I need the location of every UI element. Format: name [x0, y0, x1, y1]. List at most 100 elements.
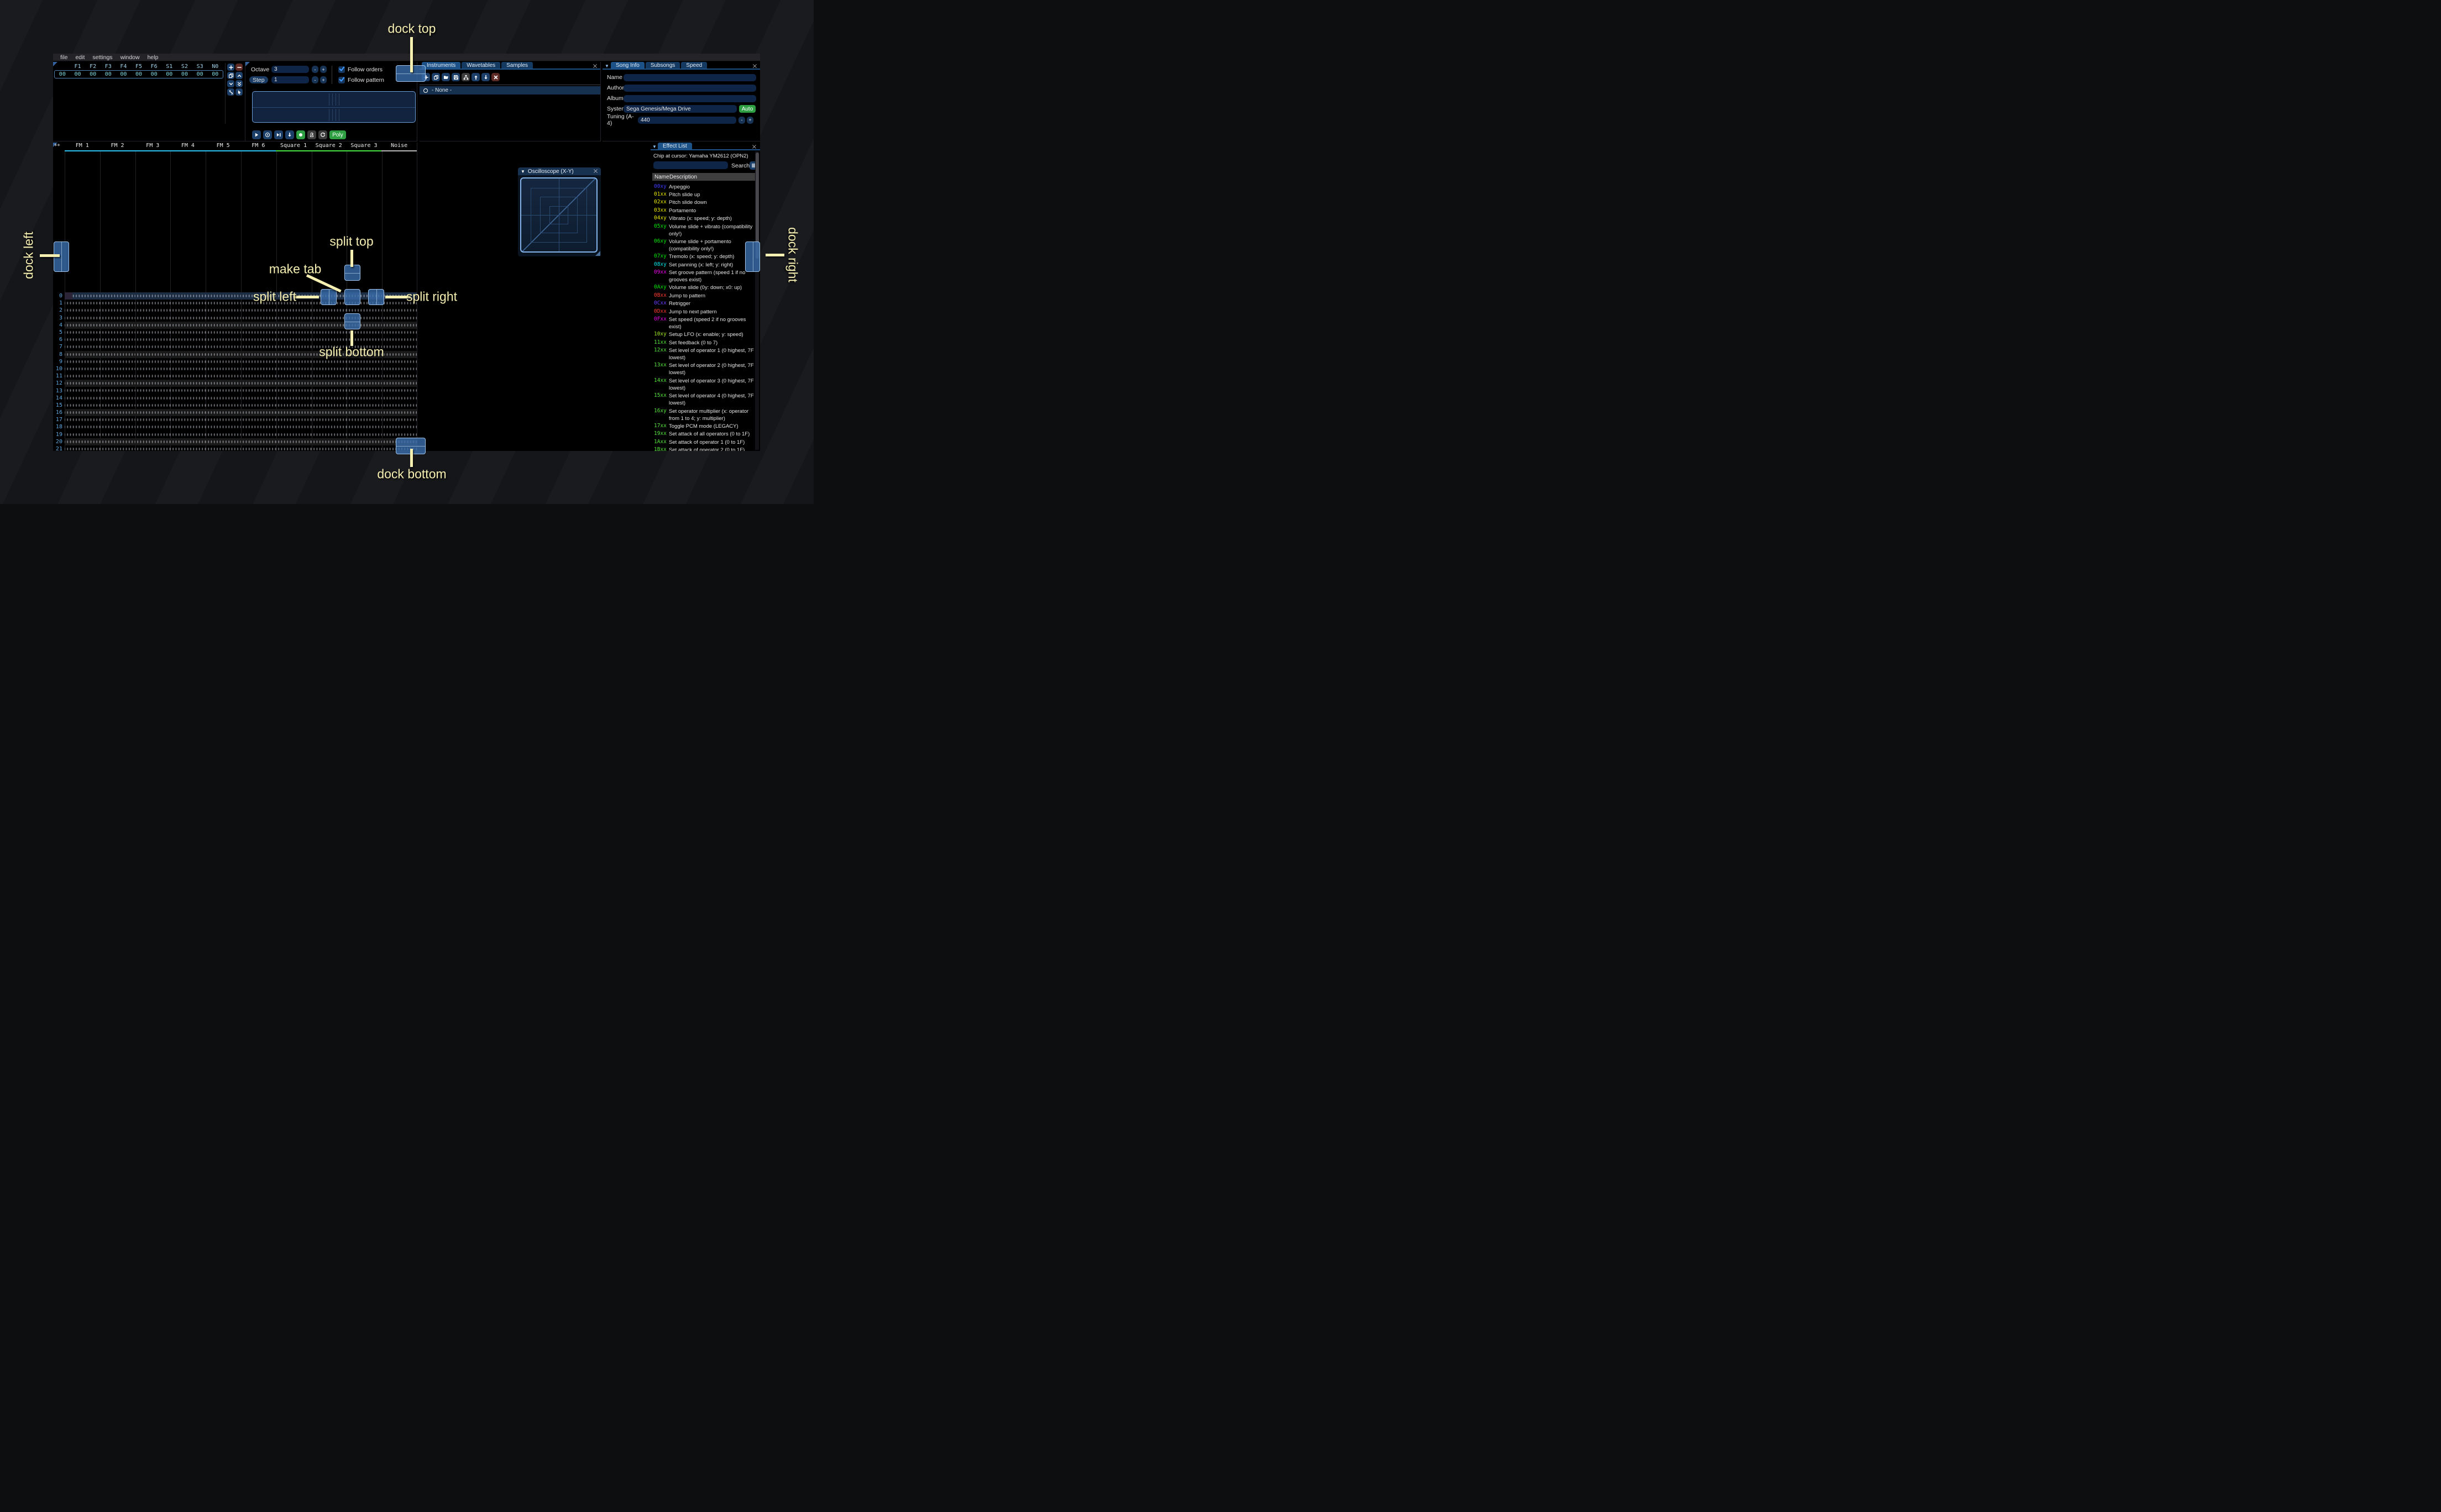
channel-header-fm-6[interactable]: FM 6	[240, 143, 276, 151]
order-value[interactable]: 00	[116, 71, 132, 77]
pattern-cell[interactable]	[64, 372, 100, 380]
pattern-cell[interactable]	[99, 358, 135, 365]
pattern-cell[interactable]	[99, 445, 135, 451]
pattern-cell[interactable]	[240, 416, 276, 424]
order-value[interactable]: 00	[161, 71, 177, 77]
pattern-cell[interactable]	[135, 409, 171, 417]
pattern-cell[interactable]	[170, 300, 206, 307]
metronome-button[interactable]	[307, 130, 316, 139]
add-channel-button[interactable]: ++	[53, 143, 65, 151]
pattern-cell[interactable]	[276, 350, 311, 358]
tab-subsongs[interactable]: Subsongs	[645, 62, 680, 69]
pattern-cell[interactable]	[240, 343, 276, 351]
piano-keyboard-widget[interactable]	[252, 91, 416, 123]
pattern-cell[interactable]	[135, 380, 171, 387]
pattern-cell[interactable]	[276, 380, 311, 387]
effect-row-0Bxx[interactable]: 0Bxx Jump to pattern	[652, 292, 756, 300]
pattern-cell[interactable]	[311, 314, 347, 322]
pattern-cell[interactable]	[99, 292, 135, 300]
pattern-cell[interactable]	[311, 431, 347, 438]
repeat-button[interactable]	[318, 130, 327, 139]
pattern-cell[interactable]	[205, 438, 241, 445]
pattern-cell[interactable]	[170, 431, 206, 438]
instrument-move-up-button[interactable]	[472, 73, 480, 81]
pattern-cell[interactable]	[64, 300, 100, 307]
pattern-cell[interactable]	[381, 314, 417, 322]
pattern-cell[interactable]	[64, 409, 100, 417]
effect-row-07xy[interactable]: 07xy Tremolo (x: speed; y: depth)	[652, 253, 756, 261]
effect-row-08xy[interactable]: 08xy Set panning (x: left; y: right)	[652, 261, 756, 269]
pattern-cell[interactable]	[311, 438, 347, 445]
close-icon[interactable]	[752, 63, 758, 69]
pattern-cell[interactable]	[205, 401, 241, 409]
pattern-cell[interactable]	[135, 350, 171, 358]
octave-input[interactable]: 3	[271, 66, 309, 73]
effect-row-01xx[interactable]: 01xx Pitch slide up	[652, 191, 756, 198]
pattern-cell[interactable]	[205, 358, 241, 365]
pattern-cell[interactable]	[170, 438, 206, 445]
tab-samples[interactable]: Samples	[501, 62, 533, 69]
effect-row-0Fxx[interactable]: 0Fxx Set speed (speed 2 if no grooves ex…	[652, 316, 756, 330]
pattern-cell[interactable]	[240, 445, 276, 451]
pattern-cell[interactable]	[135, 328, 171, 337]
order-value[interactable]: 00	[85, 71, 101, 77]
channel-header-square-3[interactable]: Square 3	[346, 143, 382, 151]
pattern-cell[interactable]	[205, 445, 241, 451]
effect-row-00xy[interactable]: 00xy Arpeggio	[652, 183, 756, 191]
pattern-cell[interactable]	[346, 372, 382, 380]
pattern-cell[interactable]	[99, 328, 135, 337]
pattern-cell[interactable]	[99, 380, 135, 387]
effect-row-0Dxx[interactable]: 0Dxx Jump to next pattern	[652, 308, 756, 316]
effect-row-05xy[interactable]: 05xy Volume slide + vibrato (compatibili…	[652, 223, 756, 238]
pattern-cell[interactable]	[64, 416, 100, 424]
pattern-cell[interactable]	[64, 321, 100, 329]
channel-header-fm-3[interactable]: FM 3	[135, 143, 171, 151]
pattern-cell[interactable]	[205, 365, 241, 373]
poly-button[interactable]: Poly	[329, 130, 346, 139]
menu-item-edit[interactable]: edit	[71, 54, 88, 61]
pattern-cell[interactable]	[311, 416, 347, 424]
pattern-cell[interactable]	[346, 365, 382, 373]
order-unlink-button[interactable]	[227, 88, 234, 96]
menu-item-window[interactable]: window	[117, 54, 144, 61]
pattern-cell[interactable]	[64, 387, 100, 395]
step-row-button[interactable]	[285, 130, 294, 139]
effect-row-16xy[interactable]: 16xy Set operator multiplier (x: operato…	[652, 407, 756, 422]
pattern-cell[interactable]	[99, 372, 135, 380]
order-move-down-button[interactable]	[227, 80, 234, 87]
pattern-cell[interactable]	[240, 372, 276, 380]
pattern-cell[interactable]	[276, 423, 311, 431]
channel-header-square-2[interactable]: Square 2	[311, 143, 347, 151]
effect-search-input[interactable]	[653, 161, 728, 169]
pattern-cell[interactable]	[205, 328, 241, 337]
effect-row-14xx[interactable]: 14xx Set level of operator 3 (0 highest,…	[652, 377, 756, 392]
order-value[interactable]: 00	[131, 71, 146, 77]
order-add-button[interactable]	[227, 64, 234, 71]
pattern-cell[interactable]	[311, 394, 347, 402]
pattern-cell[interactable]	[64, 350, 100, 358]
pattern-cell[interactable]	[64, 401, 100, 409]
pattern-cell[interactable]	[240, 307, 276, 314]
pattern-cell[interactable]	[99, 401, 135, 409]
pattern-cell[interactable]	[276, 387, 311, 395]
pattern-cell[interactable]	[381, 401, 417, 409]
pattern-cell[interactable]	[346, 423, 382, 431]
pattern-cell[interactable]	[135, 321, 171, 329]
effect-row-12xx[interactable]: 12xx Set level of operator 1 (0 highest,…	[652, 347, 756, 361]
pattern-cell[interactable]	[170, 365, 206, 373]
pattern-cell[interactable]	[205, 300, 241, 307]
pattern-cell[interactable]	[205, 387, 241, 395]
pattern-cell[interactable]	[311, 328, 347, 337]
pattern-cell[interactable]	[205, 307, 241, 314]
pattern-cell[interactable]	[381, 387, 417, 395]
pattern-cell[interactable]	[311, 372, 347, 380]
pattern-cell[interactable]	[64, 328, 100, 337]
pattern-cell[interactable]	[311, 321, 347, 329]
tab-wavetables[interactable]: Wavetables	[462, 62, 501, 69]
pattern-cell[interactable]	[170, 328, 206, 337]
pattern-cell[interactable]	[240, 387, 276, 395]
collapse-triangle-icon[interactable]: ▼	[521, 169, 525, 174]
pattern-cell[interactable]	[99, 307, 135, 314]
menu-item-file[interactable]: file	[56, 54, 71, 61]
pattern-cell[interactable]	[205, 394, 241, 402]
